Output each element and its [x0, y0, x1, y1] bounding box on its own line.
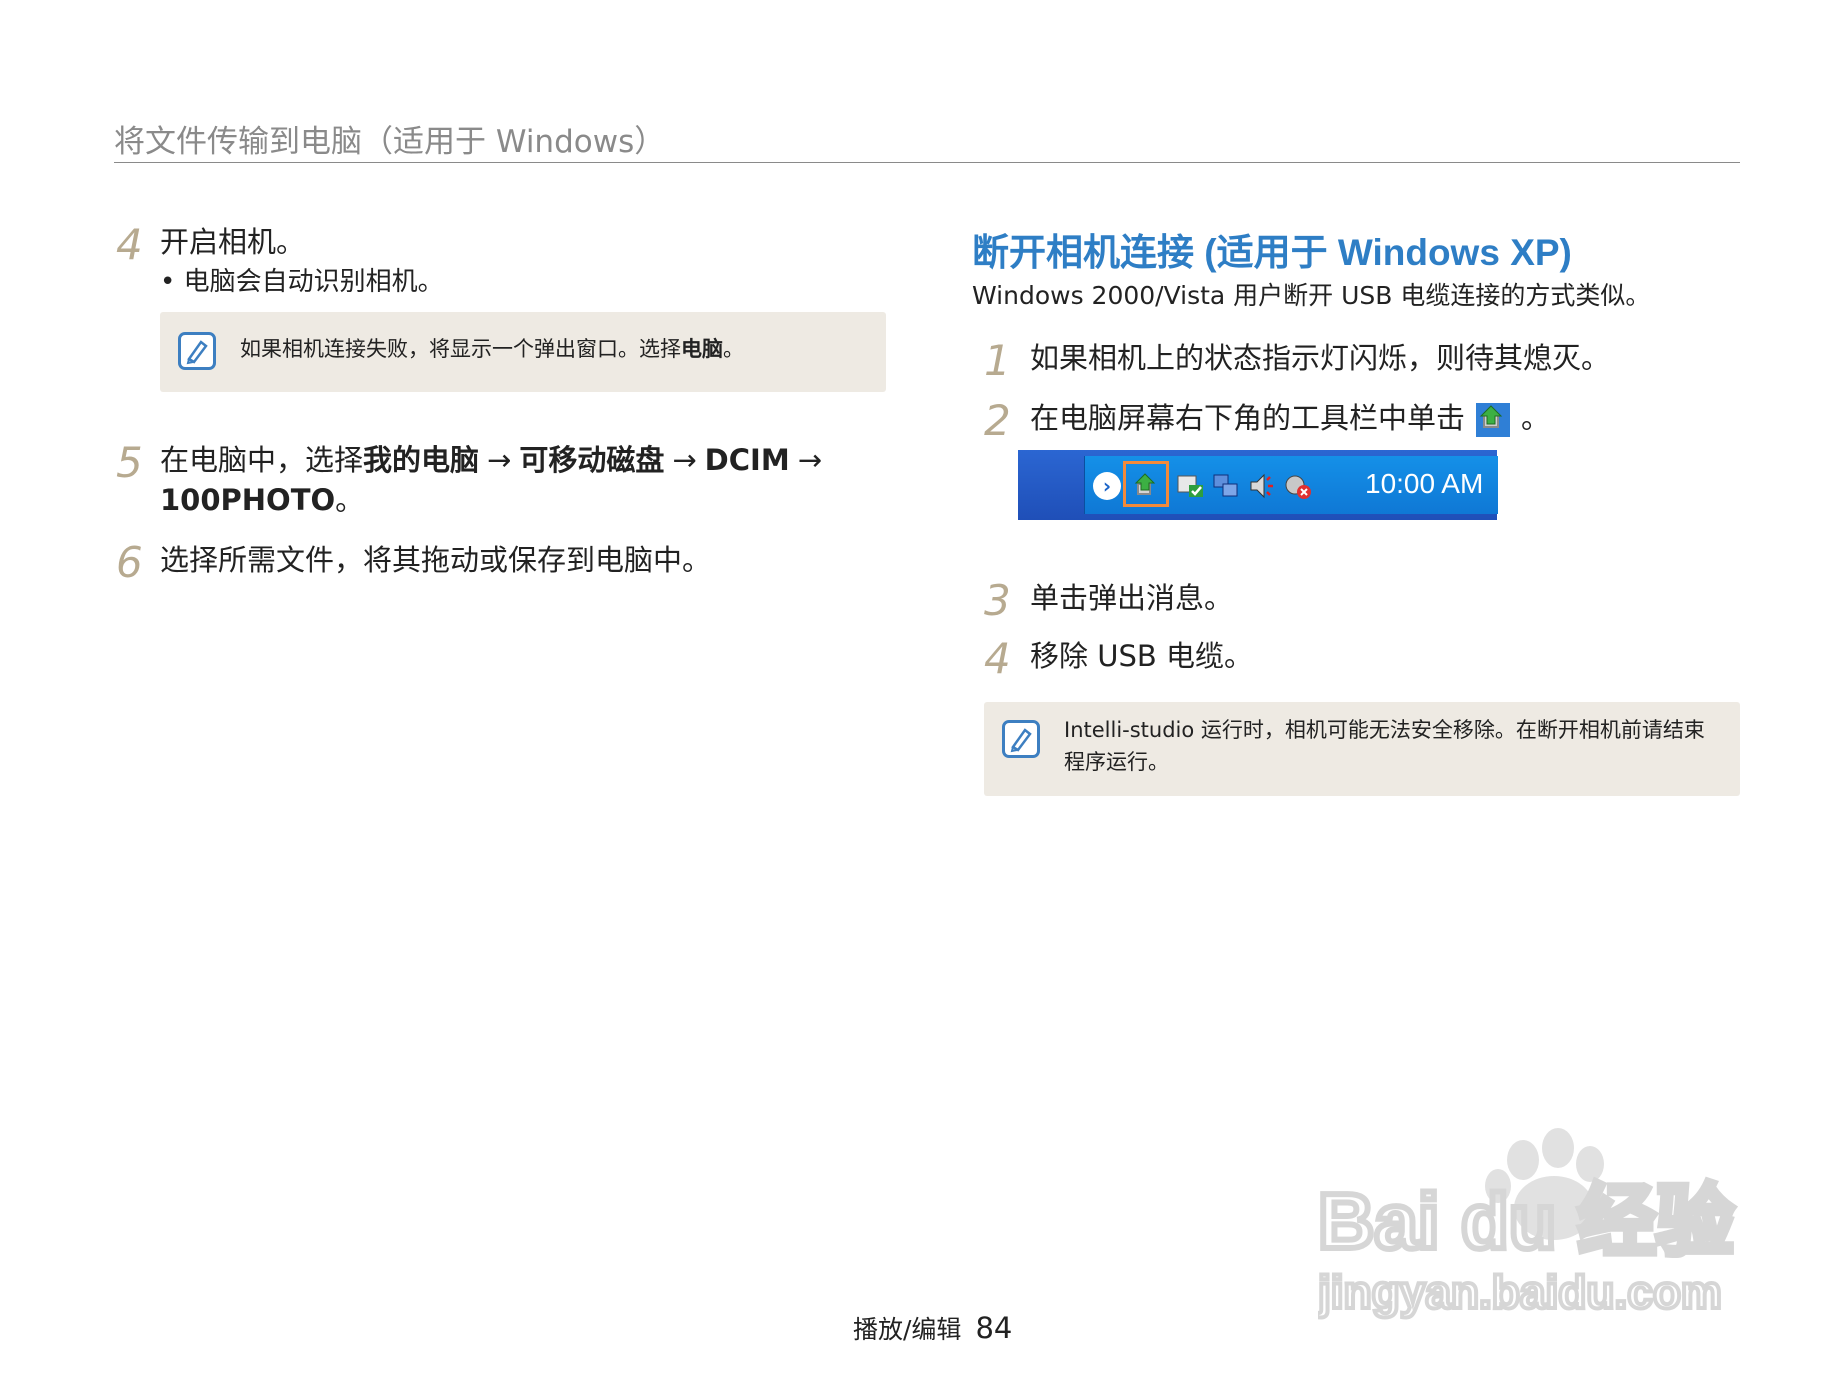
note-text-pre: 如果相机连接失败，将显示一个弹出窗口。选择: [240, 337, 681, 361]
step-number: 6: [116, 538, 143, 587]
show-hidden-icons-chevron-icon[interactable]: ›: [1093, 472, 1121, 500]
arrow-icon: →: [672, 443, 697, 477]
path-removable-disk: 可移动磁盘: [519, 443, 665, 477]
note-text: 如果相机连接失败，将显示一个弹出窗口。选择电脑。: [240, 333, 744, 365]
path-100photo: 100PHOTO: [160, 483, 336, 517]
step-number: 4: [116, 220, 143, 269]
page-footer: 播放/编辑 84: [853, 1310, 1012, 1346]
footer-section: 播放/编辑: [853, 1315, 962, 1344]
wireless-disconnected-icon[interactable]: [1283, 471, 1313, 501]
step2-text: 在电脑屏幕右下角的工具栏中单击: [1030, 401, 1466, 435]
header-title: 将文件传输到电脑（适用于 Windows）: [114, 124, 666, 160]
step-text: 移除 USB 电缆。: [1030, 639, 1253, 673]
step2-end: 。: [1521, 401, 1551, 435]
step-text: 单击弹出消息。: [1030, 581, 1234, 615]
baidu-jingyan-watermark: Bai du 经验 jingyan.baidu.com: [1315, 1120, 1748, 1320]
step-text: 开启相机。: [160, 225, 306, 259]
bullet-item: • 电脑会自动识别相机。: [160, 267, 444, 297]
path-my-computer: 我的电脑: [363, 443, 480, 477]
safely-remove-hardware-icon[interactable]: [1131, 471, 1161, 501]
section-subtitle: Windows 2000/Vista 用户断开 USB 电缆连接的方式类似。: [972, 281, 1651, 310]
step-text: 如果相机上的状态指示灯闪烁，则待其熄灭。: [1030, 341, 1611, 375]
step5-pre: 在电脑中，选择: [160, 443, 364, 477]
baidu-paw-logo-icon: Bai du 经验 jingyan.baidu.com: [1315, 1128, 1737, 1320]
path-dcim: DCIM: [704, 443, 790, 477]
note-text-post: 。: [723, 337, 744, 361]
security-center-icon[interactable]: [1175, 471, 1205, 501]
safely-remove-hardware-icon: [1475, 402, 1511, 438]
arrow-icon: →: [797, 443, 822, 477]
page-header: 将文件传输到电脑（适用于 Windows）: [114, 116, 1740, 163]
watermark-url: jingyan.baidu.com: [1318, 1266, 1722, 1318]
note-box: Intelli-studio 运行时，相机可能无法安全移除。在断开相机前请结束程…: [984, 702, 1740, 796]
step-number: 1: [984, 336, 1011, 385]
system-tray: › 10:00 AM: [1084, 456, 1498, 514]
note-text-bold: 电脑: [681, 337, 723, 361]
note-text: Intelli-studio 运行时，相机可能无法安全移除。在断开相机前请结束程…: [1064, 718, 1705, 774]
note-icon: [178, 332, 216, 370]
section-title: 断开相机连接 (适用于 Windows XP): [972, 232, 1572, 273]
arrow-icon: →: [487, 443, 512, 477]
step-text: 在电脑中，选择我的电脑 → 可移动磁盘 → DCIM → 100PHOTO。: [160, 440, 880, 520]
step-text: 选择所需文件，将其拖动或保存到电脑中。: [160, 543, 712, 577]
step-number: 5: [116, 438, 143, 487]
step5-end: 。: [335, 483, 365, 517]
note-box: 如果相机连接失败，将显示一个弹出窗口。选择电脑。: [160, 312, 886, 392]
step-number: 3: [984, 576, 1011, 625]
watermark-brand: Bai du 经验: [1318, 1177, 1734, 1265]
step-number: 4: [984, 634, 1011, 683]
note-icon: [1002, 720, 1040, 758]
volume-icon[interactable]: [1247, 471, 1277, 501]
step-text: 在电脑屏幕右下角的工具栏中单击 。: [1030, 398, 1550, 438]
network-connection-icon[interactable]: [1211, 471, 1241, 501]
step-number: 2: [984, 396, 1011, 445]
page-number: 84: [975, 1311, 1013, 1345]
windows-taskbar: › 10:00 AM: [1018, 450, 1498, 520]
taskbar-clock[interactable]: 10:00 AM: [1365, 468, 1483, 500]
bullet-text: 电脑会自动识别相机。: [183, 267, 444, 297]
